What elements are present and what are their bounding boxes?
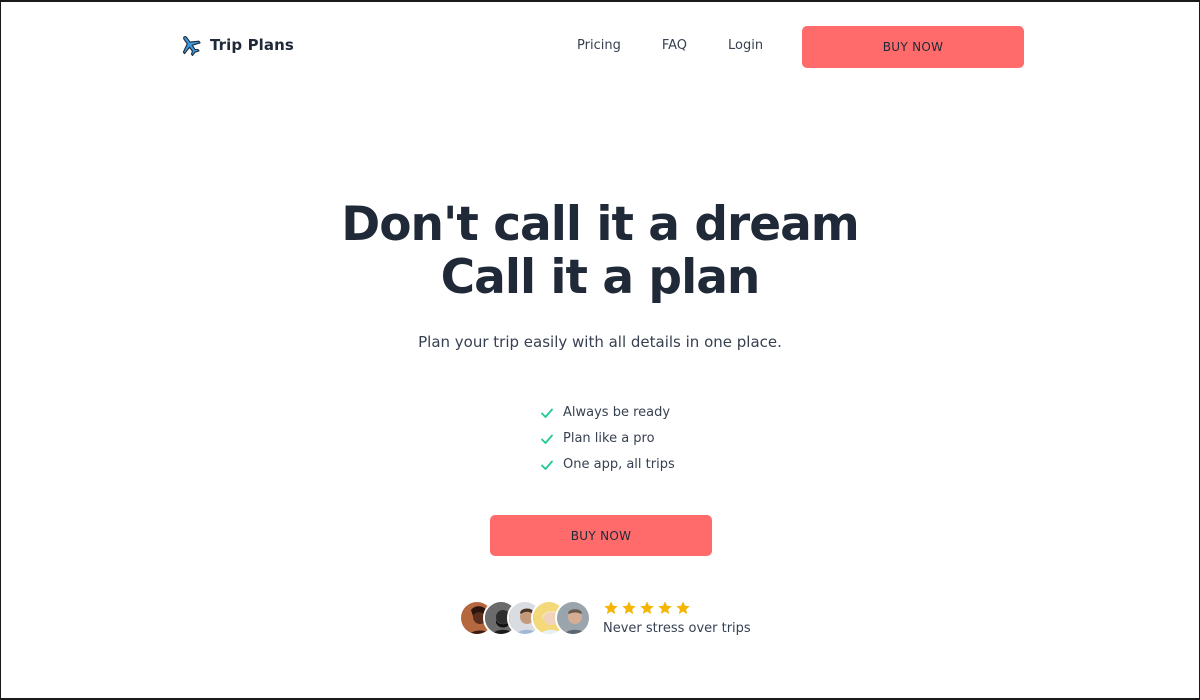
nav-pricing-link[interactable]: Pricing	[577, 36, 621, 56]
header: Trip Plans Pricing FAQ Login BUY NOW	[1, 2, 1199, 92]
hero-title-line-2: Call it a plan	[440, 250, 761, 305]
brand-logo-link[interactable]: Trip Plans	[178, 33, 294, 57]
star-icon	[603, 600, 619, 616]
nav-login-link[interactable]: Login	[728, 36, 763, 56]
hero-title-line-1: Don't call it a dream	[341, 197, 860, 252]
avatar	[555, 599, 591, 636]
star-icon	[675, 600, 691, 616]
check-icon	[540, 431, 554, 445]
feature-item: Plan like a pro	[540, 425, 675, 451]
feature-label: Always be ready	[563, 404, 671, 420]
nav-faq-link[interactable]: FAQ	[662, 36, 687, 56]
feature-list: Always be ready Plan like a pro One app,…	[540, 399, 675, 477]
avatar-group	[459, 599, 591, 636]
hero-buy-now-button[interactable]: BUY NOW	[490, 515, 712, 556]
feature-label: Plan like a pro	[563, 430, 655, 446]
main-nav: Pricing FAQ Login	[577, 36, 763, 56]
star-icon	[621, 600, 637, 616]
star-rating	[603, 599, 751, 617]
airplane-icon	[178, 33, 202, 57]
check-icon	[540, 457, 554, 471]
star-icon	[657, 600, 673, 616]
star-icon	[639, 600, 655, 616]
check-icon	[540, 405, 554, 419]
page: Trip Plans Pricing FAQ Login BUY NOW Don…	[0, 0, 1200, 700]
social-proof: Never stress over trips	[459, 599, 751, 636]
header-buy-now-button[interactable]: BUY NOW	[802, 26, 1024, 68]
hero-subtitle: Plan your trip easily with all details i…	[418, 333, 782, 351]
feature-label: One app, all trips	[563, 456, 675, 472]
brand-name: Trip Plans	[210, 36, 294, 54]
rating-text: Never stress over trips	[603, 621, 751, 636]
feature-item: Always be ready	[540, 399, 675, 425]
hero-title: Don't call it a dream Call it a plan	[1, 198, 1199, 304]
feature-item: One app, all trips	[540, 451, 675, 477]
rating: Never stress over trips	[603, 599, 751, 636]
